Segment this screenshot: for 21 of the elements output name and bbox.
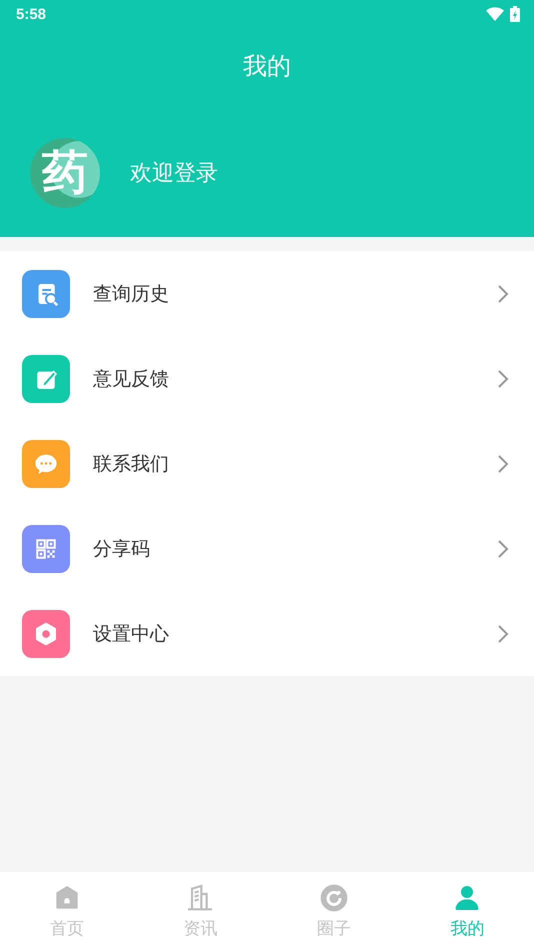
login-link[interactable]: 欢迎登录 [130, 158, 218, 188]
menu-item[interactable]: 联系我们 [0, 421, 534, 506]
chevron-icon [496, 538, 510, 558]
page-title: 我的 [243, 51, 291, 82]
menu-item[interactable]: 分享码 [0, 506, 534, 591]
tab-item[interactable]: 我的 [400, 872, 534, 950]
chevron-icon [496, 454, 510, 474]
menu-item[interactable]: 查询历史 [0, 251, 534, 336]
wifi-icon [486, 7, 504, 21]
circle-tab-icon [318, 882, 350, 914]
tab-item[interactable]: 首页 [0, 872, 134, 950]
menu-item[interactable]: 设置中心 [0, 591, 534, 676]
avatar-logo[interactable]: 药 [30, 138, 100, 208]
chevron-icon [496, 368, 510, 388]
chevron-icon [496, 284, 510, 304]
tab-item[interactable]: 圈子 [267, 872, 400, 950]
battery-icon [510, 6, 520, 22]
status-time: 5:58 [16, 6, 46, 22]
menu-item[interactable]: 意见反馈 [0, 336, 534, 421]
chevron-icon [496, 624, 510, 644]
tab-item[interactable]: 资讯 [134, 872, 267, 950]
